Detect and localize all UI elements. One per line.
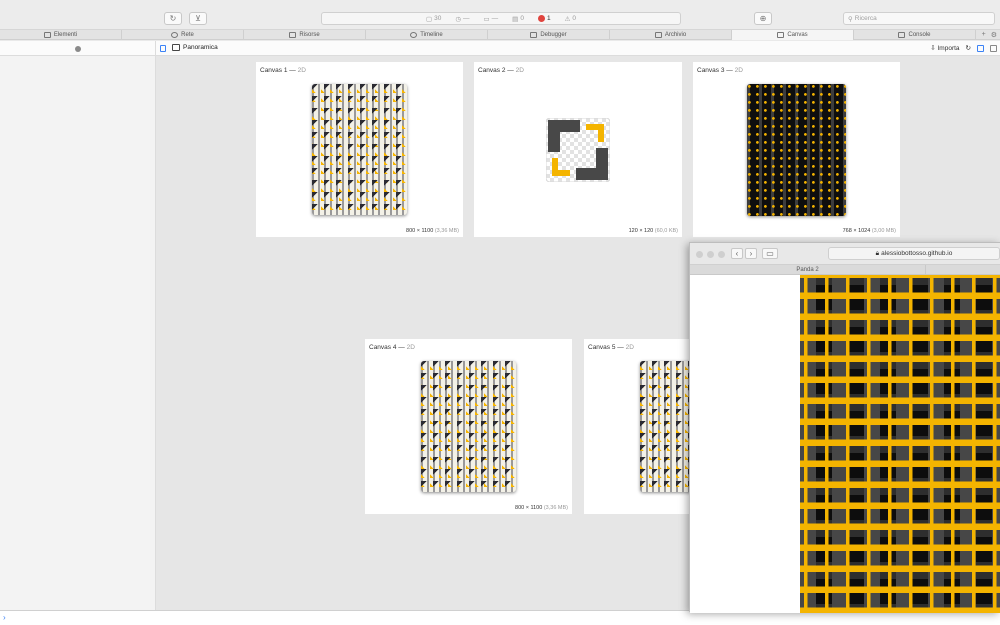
activity-status-bar[interactable]: ▢ 30 ◷ — ▭ — ▤ 0 1 ⚠ 0 (321, 12, 681, 25)
import-button[interactable]: ⇩ Importa (930, 44, 959, 52)
overview-icon (172, 44, 180, 51)
grid-view-icon[interactable] (977, 44, 984, 52)
canvas-dimensions: 768 × 1024 (3,00 MB) (842, 228, 896, 234)
canvas-icon (777, 32, 785, 38)
download-icon: ⊻ (195, 14, 201, 23)
navigation-sidebar (0, 56, 156, 610)
canvas-preview (312, 84, 407, 215)
log-icon: ▤ (512, 15, 519, 23)
back-button[interactable]: ‹ (731, 248, 743, 259)
browser-tab[interactable]: Panda 2 (690, 265, 926, 275)
status-load-time: ◷ — (455, 15, 470, 23)
resources-icon (289, 32, 297, 38)
tab-archivio[interactable]: Archivio (610, 30, 732, 40)
canvas-card-title: Canvas 5 — 2D (588, 344, 634, 351)
chevron-right-icon: › (749, 249, 753, 258)
status-warnings[interactable]: ⚠ 0 (565, 15, 576, 23)
canvas-card-5[interactable]: Canvas 5 — 2D (584, 339, 689, 514)
download-button[interactable]: ⊻ (189, 12, 207, 25)
canvas-card-title: Canvas 1 — 2D (260, 67, 306, 74)
tab-timeline[interactable]: Timeline (366, 30, 488, 40)
console-icon (898, 32, 906, 38)
status-errors[interactable]: 1 (537, 15, 551, 22)
record-icon[interactable] (74, 45, 81, 52)
subbar-actions: ⇩ Importa ↻ (930, 44, 997, 52)
canvas-dimensions: 800 × 1100 (3,36 MB) (515, 505, 568, 511)
address-bar[interactable]: 🔒︎ alessiobottosso.github.io (828, 247, 1000, 260)
canvas-navigation-bar: Panoramica ⇩ Importa ↻ (0, 41, 1000, 56)
tab-console[interactable]: Console (854, 30, 976, 40)
lock-icon: 🔒︎ (875, 249, 880, 257)
document-icon: ▢ (425, 15, 433, 23)
canvas-preview (747, 84, 846, 216)
tab-debugger[interactable]: Debugger (488, 30, 610, 40)
gear-icon[interactable]: ⚙ (991, 31, 997, 39)
canvas-dimensions: 120 × 120 (60,0 KB) (628, 228, 678, 234)
warning-icon: ⚠ (564, 15, 571, 23)
reload-icon: ↻ (169, 14, 177, 23)
zoom-window-icon[interactable] (718, 251, 725, 258)
tab-risorse[interactable]: Risorse (244, 30, 366, 40)
canvas-dimensions: 800 × 1100 (3,36 MB) (406, 228, 459, 234)
canvas-card-3[interactable]: Canvas 3 — 2D 768 × 1024 (3,00 MB) (693, 62, 900, 237)
canvas-card-title: Canvas 2 — 2D (478, 67, 524, 74)
canvas-card-title: Canvas 3 — 2D (697, 67, 743, 74)
storage-icon (654, 32, 662, 38)
canvas-card-4[interactable]: Canvas 4 — 2D 800 × 1100 (3,36 MB) (365, 339, 572, 514)
browser-tab-bar: Panda 2 (690, 265, 1000, 275)
search-placeholder: Ricerca (854, 15, 877, 22)
canvas-preview (546, 118, 610, 182)
browser-window[interactable]: ‹ › ▭ 🔒︎ alessiobottosso.github.io Panda… (689, 242, 1000, 613)
elements-icon (43, 32, 51, 38)
status-log: ▤ 0 (512, 15, 524, 23)
debugger-icon (530, 32, 538, 38)
minimize-window-icon[interactable] (707, 251, 714, 258)
details-sidebar-icon[interactable] (990, 44, 997, 52)
inspect-target-button[interactable]: ⊕ (754, 12, 772, 25)
canvas-preview (421, 361, 516, 492)
import-icon: ⇩ (930, 45, 936, 52)
reload-button[interactable]: ↻ (164, 12, 182, 25)
toolbar: ↻ ⊻ ▢ 30 ◷ — ▭ — ▤ 0 1 ⚠ 0 ⊕ ⚲ Ricerca (0, 0, 1000, 30)
close-window-icon[interactable] (696, 251, 703, 258)
refresh-icon[interactable]: ↻ (966, 44, 971, 52)
transfer-icon: ▭ (483, 15, 490, 23)
console-prompt-icon: › (3, 613, 6, 622)
sidebar-button[interactable]: ▭ (762, 248, 778, 259)
canvas-preview (640, 361, 689, 492)
browser-toolbar: ‹ › ▭ 🔒︎ alessiobottosso.github.io (690, 243, 1000, 265)
tab-canvas[interactable]: Canvas (732, 30, 854, 40)
crosshair-icon: ⊕ (759, 14, 767, 23)
navigation-sidebar-header (0, 41, 156, 56)
tab-rete[interactable]: Rete (122, 30, 244, 40)
error-icon (537, 15, 545, 22)
tab-elementi[interactable]: Elementi (0, 30, 122, 40)
toggle-sidebar-icon[interactable] (160, 45, 166, 52)
add-tab-icon[interactable]: + (982, 31, 986, 38)
page-canvas[interactable] (800, 275, 1000, 613)
timeline-icon (410, 32, 418, 38)
chevron-left-icon: ‹ (735, 249, 739, 258)
status-transfer: ▭ — (483, 15, 499, 23)
network-icon (171, 32, 179, 38)
page-blank-area (690, 275, 800, 613)
breadcrumb[interactable]: Panoramica (172, 44, 218, 51)
canvas-card-1[interactable]: Canvas 1 — 2D 800 × 1100 (3,36 MB) (256, 62, 463, 237)
timer-icon: ◷ (455, 15, 462, 23)
search-field[interactable]: ⚲ Ricerca (843, 12, 995, 25)
canvas-card-title: Canvas 4 — 2D (369, 344, 415, 351)
tab-bar-extras: + ⚙ (976, 30, 1000, 39)
search-icon: ⚲ (848, 15, 853, 23)
forward-button[interactable]: › (745, 248, 757, 259)
status-resources: ▢ 30 (425, 15, 442, 23)
sidebar-icon: ▭ (766, 249, 774, 258)
tab-bar: Elementi Rete Risorse Timeline Debugger … (0, 30, 1000, 40)
